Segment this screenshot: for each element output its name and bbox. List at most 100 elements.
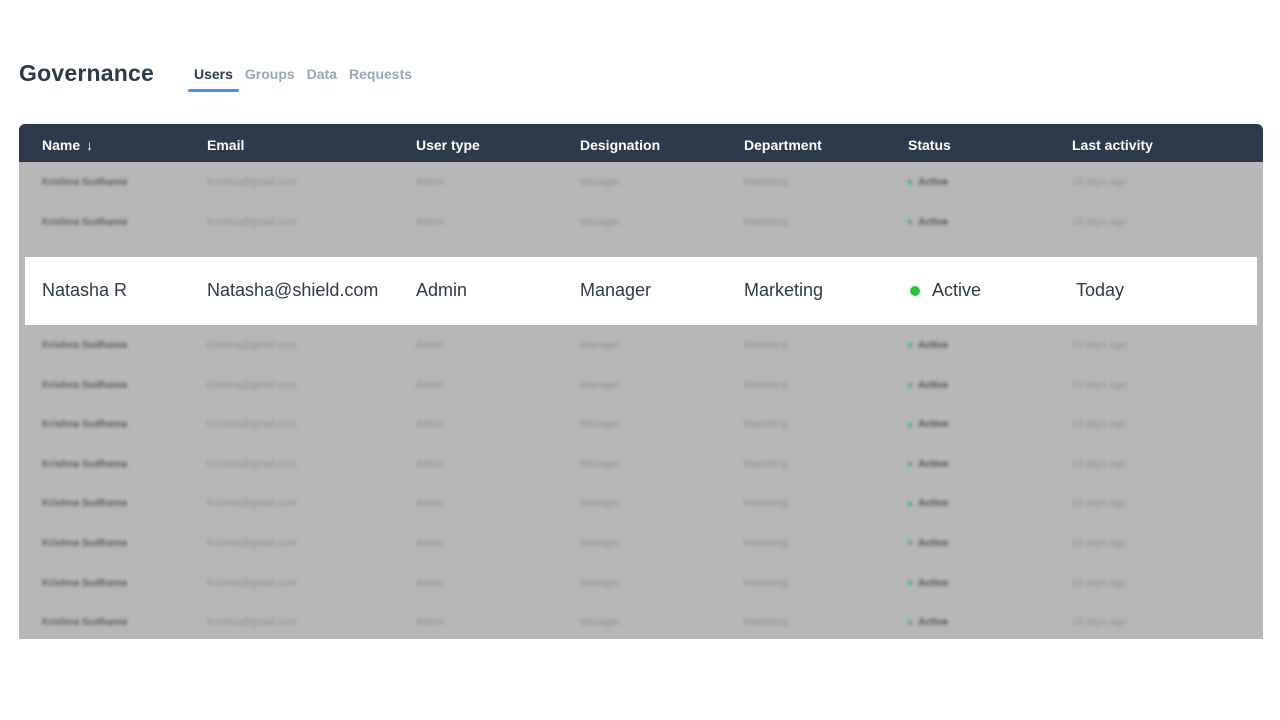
table-row[interactable]: Krishna Sudhama Krishna@gmail.com Admin Man… bbox=[19, 163, 1263, 203]
cell-name: Krishna Sudhama bbox=[42, 216, 128, 228]
cell-designation: Manager bbox=[580, 458, 620, 470]
cell-user-type: Admin bbox=[416, 216, 445, 228]
cell-status: Active bbox=[908, 177, 948, 188]
cell-designation: Manager bbox=[580, 177, 620, 188]
status-active-icon bbox=[908, 620, 912, 625]
table-header: Name ↓ Email User type Designation Depar… bbox=[19, 124, 1263, 162]
status-label: Active bbox=[918, 617, 949, 629]
status-active-icon bbox=[908, 580, 912, 585]
cell-email: Krishna@gmail.com bbox=[207, 216, 297, 228]
column-header-label: Name bbox=[42, 137, 81, 153]
cell-last-activity: 10 days ago bbox=[1072, 538, 1127, 549]
cell-user-type: Admin bbox=[416, 538, 445, 549]
status-active-icon bbox=[910, 285, 920, 296]
status-active-icon bbox=[908, 180, 912, 185]
cell-user-type: Admin bbox=[416, 379, 445, 391]
cell-department: Marketing bbox=[744, 280, 824, 300]
status-active-icon bbox=[908, 462, 912, 467]
cell-name: Krishna Sudhama bbox=[42, 458, 128, 470]
cell-email: Krishna@gmail.com bbox=[207, 617, 297, 629]
cell-email: Krishna@gmail.com bbox=[207, 498, 297, 510]
status-label: Active bbox=[918, 177, 949, 188]
cell-last-activity: 10 days ago bbox=[1072, 577, 1127, 589]
cell-designation: Manager bbox=[580, 617, 620, 629]
cell-email: Krishna@gmail.com bbox=[207, 419, 297, 431]
table-row[interactable]: Krishna Sudhama Krishna@gmail.com Admin Man… bbox=[19, 524, 1263, 564]
column-header-status[interactable]: Status bbox=[908, 137, 951, 153]
column-header-designation[interactable]: Designation bbox=[580, 137, 660, 153]
status-active-icon bbox=[908, 343, 912, 348]
cell-email: Krishna@gmail.com bbox=[207, 379, 297, 391]
status-label: Active bbox=[918, 498, 949, 510]
table-row[interactable]: Krishna Sudhama Krishna@gmail.com Admin Man… bbox=[19, 366, 1263, 406]
status-label: Active bbox=[918, 538, 949, 549]
cell-user-type: Admin bbox=[416, 617, 445, 629]
cell-user-type: Admin bbox=[416, 577, 445, 589]
cell-department: Marketing bbox=[744, 538, 788, 549]
cell-department: Marketing bbox=[744, 458, 788, 470]
cell-status: Active bbox=[908, 217, 948, 228]
cell-department: Marketing bbox=[744, 177, 788, 188]
cell-user-type: Admin bbox=[416, 458, 445, 470]
cell-department: Marketing bbox=[744, 340, 788, 351]
table-row[interactable]: Krishna Sudhama Krishna@gmail.com Admin Man… bbox=[19, 484, 1263, 524]
cell-name: Krishna Sudhama bbox=[42, 577, 128, 589]
cell-status: Active bbox=[908, 340, 948, 351]
cell-department: Marketing bbox=[744, 577, 788, 589]
table-row[interactable]: Krishna Sudhama Krishna@gmail.com Admin Man… bbox=[19, 405, 1263, 445]
cell-status: Active bbox=[908, 419, 948, 430]
column-header-department[interactable]: Department bbox=[744, 137, 822, 153]
cell-last-activity: 10 days ago bbox=[1072, 216, 1127, 228]
status-active-icon bbox=[908, 422, 912, 427]
column-header-email[interactable]: Email bbox=[207, 137, 244, 153]
cell-user-type: Admin bbox=[416, 419, 445, 431]
cell-name: Krishna Sudhama bbox=[42, 538, 128, 549]
table-row[interactable]: Krishna Sudhama Krishna@gmail.com Admin Man… bbox=[19, 203, 1263, 243]
tab-users[interactable]: Users bbox=[187, 66, 239, 92]
table-row[interactable]: Krishna Sudhama Krishna@gmail.com Admin Man… bbox=[19, 326, 1263, 366]
tab-data[interactable]: Data bbox=[301, 66, 343, 92]
status-label: Active bbox=[918, 216, 949, 228]
cell-name: Krishna Sudhama bbox=[42, 340, 128, 351]
table-row[interactable]: Krishna Sudhama Krishna@gmail.com Admin Man… bbox=[19, 603, 1263, 639]
status-label: Active bbox=[918, 577, 949, 589]
status-label: Active bbox=[918, 419, 949, 431]
cell-status: Active bbox=[908, 617, 948, 628]
cell-designation: Manager bbox=[580, 216, 620, 228]
cell-user-type: Admin bbox=[416, 498, 445, 510]
cell-designation: Manager bbox=[580, 538, 620, 549]
cell-user-type: Admin bbox=[416, 177, 445, 188]
cell-user-type: Admin bbox=[416, 340, 445, 351]
column-header-user-type[interactable]: User type bbox=[416, 137, 480, 153]
cell-email: Krishna@gmail.com bbox=[207, 458, 297, 470]
table-row[interactable]: Krishna Sudhama Krishna@gmail.com Admin Man… bbox=[19, 445, 1263, 485]
cell-email: Krishna@gmail.com bbox=[207, 538, 297, 549]
cell-status: Active bbox=[908, 538, 948, 549]
cell-email: Natasha@shield.com bbox=[207, 280, 379, 300]
table-row[interactable]: Krishna Sudhama Krishna@gmail.com Admin Man… bbox=[19, 564, 1263, 604]
status-active-icon bbox=[908, 382, 912, 387]
cell-department: Marketing bbox=[744, 379, 788, 391]
status-label: Active bbox=[918, 340, 949, 351]
cell-email: Krishna@gmail.com bbox=[207, 177, 297, 188]
column-header-name[interactable]: Name ↓ bbox=[42, 137, 93, 153]
column-header-last-activity[interactable]: Last activity bbox=[1072, 137, 1153, 153]
cell-name: Krishna Sudhama bbox=[42, 617, 128, 629]
cell-status: Active bbox=[908, 578, 948, 589]
cell-name: Krishna Sudhama bbox=[42, 419, 128, 431]
cell-last-activity: 10 days ago bbox=[1072, 458, 1127, 470]
status-label: Active bbox=[918, 379, 949, 391]
cell-department: Marketing bbox=[744, 617, 788, 629]
cell-name: Krishna Sudhama bbox=[42, 498, 128, 510]
cell-designation: Manager bbox=[580, 280, 652, 300]
cell-designation: Manager bbox=[580, 379, 620, 391]
tab-groups[interactable]: Groups bbox=[239, 66, 301, 92]
cell-status: Active bbox=[910, 280, 981, 301]
arrow-down-icon[interactable]: ↓ bbox=[86, 137, 93, 153]
table-row-highlighted[interactable]: Natasha R Natasha@shield.com Admin Manag… bbox=[25, 257, 1257, 325]
cell-email: Krishna@gmail.com bbox=[207, 577, 297, 589]
tab-requests[interactable]: Requests bbox=[343, 66, 418, 92]
status-label: Active bbox=[932, 280, 982, 300]
cell-name: Krishna Sudhama bbox=[42, 177, 128, 188]
cell-designation: Manager bbox=[580, 419, 620, 431]
